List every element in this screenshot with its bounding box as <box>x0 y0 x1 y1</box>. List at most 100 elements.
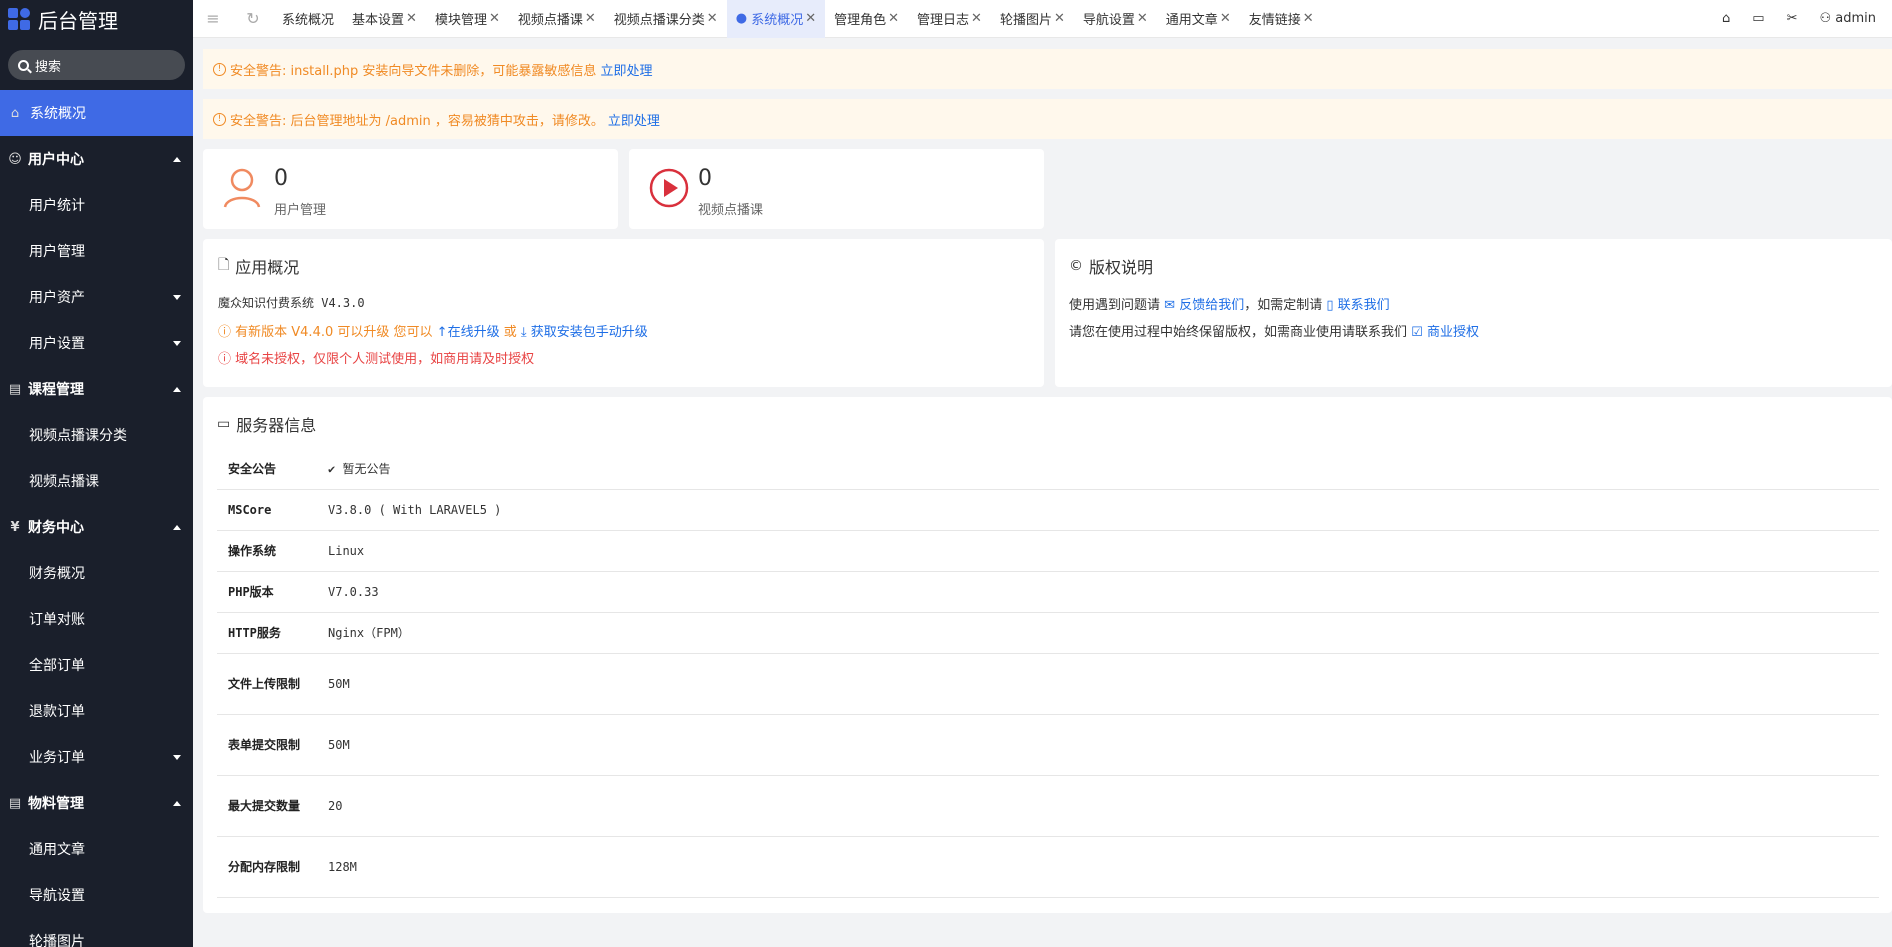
tab-label: 管理角色 <box>834 13 887 28</box>
tab-label: 通用文章 <box>1165 13 1218 28</box>
logo-icon <box>8 8 30 30</box>
table-row: PHP版本 V7.0.33 <box>217 571 1879 613</box>
close-icon[interactable]: ✕ <box>585 11 596 26</box>
active-dot-icon: ● <box>735 11 752 26</box>
sidebar-item-label: 轮播图片 <box>29 934 85 947</box>
phone-icon: ▯ <box>1326 298 1338 313</box>
copyright-line-2: 请您在使用过程中始终保留版权，如需商业使用请联系我们 ☑ 商业授权 <box>1069 321 1479 340</box>
sidebar-search[interactable]: 搜索 <box>8 50 185 80</box>
tab-modules[interactable]: 模块管理 ✕ <box>426 0 509 38</box>
close-icon[interactable]: ✕ <box>707 11 718 26</box>
alert-action-link[interactable]: 立即处理 <box>600 60 652 79</box>
tab-label: 基本设置 <box>352 13 405 28</box>
sidebar-item-articles[interactable]: 通用文章 <box>0 826 193 872</box>
sidebar-group-courses[interactable]: ▤ 课程管理 <box>0 366 193 412</box>
logo[interactable]: 后台管理 <box>0 0 193 38</box>
tab-articles[interactable]: 通用文章 ✕ <box>1157 0 1240 38</box>
sidebar-item-banners[interactable]: 轮播图片 <box>0 918 193 947</box>
row-value: Linux <box>317 530 1879 572</box>
online-upgrade-link[interactable]: ↑在线升级 <box>437 325 500 340</box>
monitor-icon[interactable]: ▭ <box>1752 11 1764 26</box>
chevron-up-icon <box>173 386 181 392</box>
stat-label: 用户管理 <box>274 203 327 218</box>
upgrade-line: ⓘ 有新版本 V4.4.0 可以升级 您可以 ↑在线升级 或 ⤓ 获取安装包手动… <box>218 321 648 340</box>
row-key: PHP版本 <box>217 571 317 613</box>
sidebar-item-refund-orders[interactable]: 退款订单 <box>0 688 193 734</box>
row-value: V7.0.33 <box>317 571 1879 613</box>
sidebar-item-label: 订单对账 <box>29 612 85 628</box>
close-icon[interactable]: ✕ <box>805 11 816 26</box>
tab-label: 模块管理 <box>434 13 487 28</box>
manual-upgrade-label: 获取安装包手动升级 <box>530 325 648 340</box>
tab-basic-settings[interactable]: 基本设置 ✕ <box>343 0 426 38</box>
search-label: 搜索 <box>35 59 62 75</box>
alert-action-link[interactable]: 立即处理 <box>608 110 660 129</box>
sidebar-item-label: 退款订单 <box>29 704 85 720</box>
tab-overview[interactable]: 系统概况 <box>273 0 343 38</box>
tab-nav-settings[interactable]: 导航设置 ✕ <box>1074 0 1157 38</box>
tab-banners[interactable]: 轮播图片 ✕ <box>991 0 1074 38</box>
panel-title: 🗋 应用概况 <box>218 254 299 278</box>
tab-label: 轮播图片 <box>999 13 1052 28</box>
tab-admin-logs[interactable]: 管理日志 ✕ <box>908 0 991 38</box>
stat-card-users[interactable]: 0 用户管理 <box>203 149 618 229</box>
version-line: 魔众知识付费系统 V4.3.0 <box>218 296 365 310</box>
sidebar-group-materials[interactable]: ▤ 物料管理 <box>0 780 193 826</box>
home-icon[interactable]: ⌂ <box>1722 11 1730 26</box>
sidebar-item-all-orders[interactable]: 全部订单 <box>0 642 193 688</box>
tab-video-category[interactable]: 视频点播课分类 ✕ <box>605 0 727 38</box>
commercial-license-link[interactable]: ☑ 商业授权 <box>1411 325 1479 340</box>
table-row: HTTP服务 Nginx（FPM） <box>217 612 1879 654</box>
tab-overview-active[interactable]: ● 系统概况 ✕ <box>726 0 826 38</box>
table-row: 表单提交限制 50M <box>217 714 1879 776</box>
sidebar-item-order-reconcile[interactable]: 订单对账 <box>0 596 193 642</box>
close-icon[interactable]: ✕ <box>888 11 899 26</box>
feedback-link[interactable]: ✉ 反馈给我们 <box>1164 298 1244 313</box>
close-icon[interactable]: ✕ <box>1303 11 1314 26</box>
tab-friend-links[interactable]: 友情链接 ✕ <box>1240 0 1323 38</box>
tab-label: 系统概况 <box>751 13 804 28</box>
sidebar-item-user-assets[interactable]: 用户资产 <box>0 274 193 320</box>
warning-icon: ! <box>213 112 226 126</box>
sidebar-group-users[interactable]: ☺ 用户中心 <box>0 136 193 182</box>
manual-upgrade-link[interactable]: ⤓ 获取安装包手动升级 <box>521 325 648 340</box>
sidebar-item-user-stats[interactable]: 用户统计 <box>0 182 193 228</box>
tab-label: 友情链接 <box>1248 13 1301 28</box>
close-icon[interactable]: ✕ <box>971 11 982 26</box>
tab-video-course[interactable]: 视频点播课 ✕ <box>509 0 605 38</box>
close-icon[interactable]: ✕ <box>1220 11 1231 26</box>
close-icon[interactable]: ✕ <box>406 11 417 26</box>
sidebar-item-user-settings[interactable]: 用户设置 <box>0 320 193 366</box>
tools-icon[interactable]: ✂ <box>1787 11 1798 26</box>
list-icon: ▤ <box>8 795 22 811</box>
table-row: 操作系统 Linux <box>217 530 1879 572</box>
row-value: 50M <box>317 653 1879 715</box>
row-key: 操作系统 <box>217 530 317 572</box>
chevron-up-icon <box>173 800 181 806</box>
sidebar-group-finance[interactable]: ¥ 财务中心 <box>0 504 193 550</box>
tab-admin-roles[interactable]: 管理角色 ✕ <box>825 0 908 38</box>
sidebar-item-video-course[interactable]: 视频点播课 <box>0 458 193 504</box>
sidebar-item-video-category[interactable]: 视频点播课分类 <box>0 412 193 458</box>
close-icon[interactable]: ✕ <box>1054 11 1065 26</box>
contact-link[interactable]: ▯ 联系我们 <box>1326 298 1389 313</box>
user-menu[interactable]: ⚇ admin <box>1819 11 1876 26</box>
sidebar-item-label: 视频点播课分类 <box>29 428 127 444</box>
group-label: 课程管理 <box>28 382 84 398</box>
stat-value: 0 <box>698 166 712 191</box>
close-icon[interactable]: ✕ <box>489 11 500 26</box>
alert-text: 安全警告: install.php 安装向导文件未删除，可能暴露敏感信息 <box>230 63 597 79</box>
menu-toggle-icon[interactable]: ≡ <box>193 9 233 28</box>
user-icon: ⚇ <box>1819 11 1836 26</box>
sidebar-item-business-orders[interactable]: 业务订单 <box>0 734 193 780</box>
sidebar-item-overview[interactable]: ⌂ 系统概况 <box>0 90 193 136</box>
refresh-icon[interactable]: ↻ <box>233 9 273 28</box>
sidebar: 后台管理 搜索 ⌂ 系统概况 ☺ 用户中心 用户统计 用户管理 用户资产 用户设置… <box>0 0 193 947</box>
tab-label: 导航设置 <box>1082 13 1135 28</box>
sidebar-item-user-manage[interactable]: 用户管理 <box>0 228 193 274</box>
sidebar-item-nav-settings[interactable]: 导航设置 <box>0 872 193 918</box>
close-icon[interactable]: ✕ <box>1137 11 1148 26</box>
upgrade-text: 有新版本 V4.4.0 可以升级 您可以 <box>235 325 433 340</box>
sidebar-item-finance-overview[interactable]: 财务概况 <box>0 550 193 596</box>
stat-card-video[interactable]: 0 视频点播课 <box>629 149 1044 229</box>
